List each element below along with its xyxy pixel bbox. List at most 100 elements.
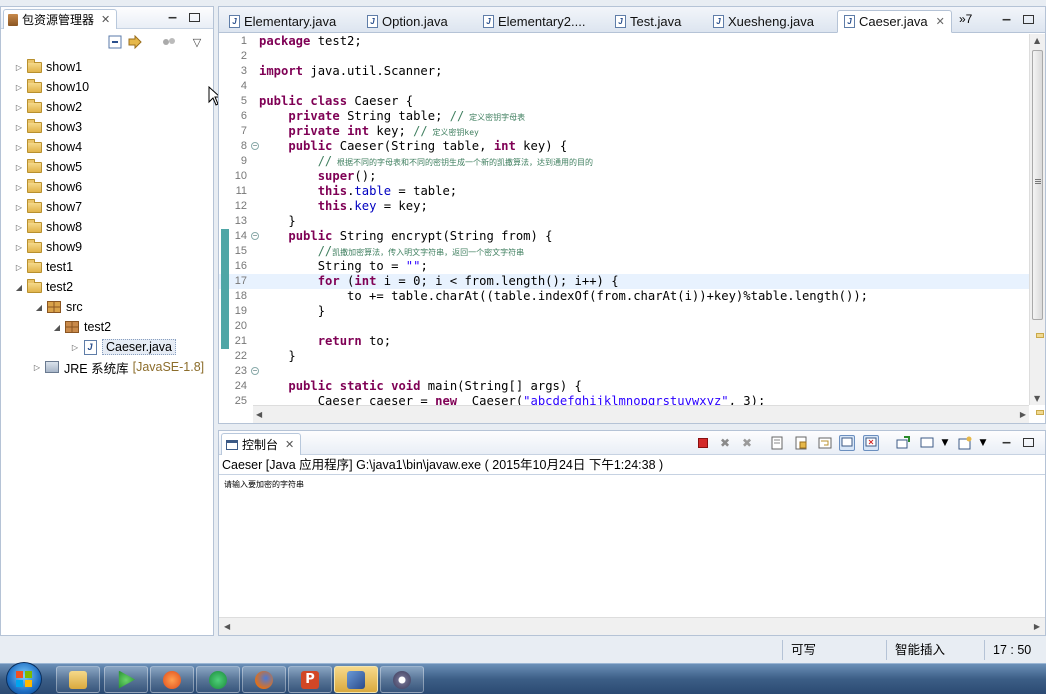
code-line[interactable]: 13 } — [219, 214, 1029, 229]
taskbar-powerpoint[interactable]: P — [288, 666, 332, 693]
scroll-lock-icon[interactable] — [793, 435, 809, 451]
taskbar-app-green[interactable] — [196, 666, 240, 693]
tab-elementary-java[interactable]: J Elementary.java — [223, 10, 342, 33]
horizontal-scrollbar[interactable]: ◀ ▶ — [219, 617, 1045, 635]
word-wrap-icon[interactable] — [817, 435, 833, 451]
vertical-scrollbar[interactable]: ▲ ▼ — [1029, 34, 1045, 405]
tree-item-package-test2[interactable]: ◢ test2 — [1, 317, 213, 337]
expand-icon[interactable]: ▷ — [13, 223, 25, 232]
tab-elementary2-java[interactable]: J Elementary2.... — [477, 10, 591, 33]
expand-icon[interactable]: ▷ — [13, 143, 25, 152]
open-console-icon[interactable] — [957, 435, 973, 451]
code-line[interactable]: 10 super(); — [219, 169, 1029, 184]
close-icon[interactable]: ✕ — [285, 438, 294, 451]
code-line[interactable]: 21 return to; — [219, 334, 1029, 349]
tree-item-show8[interactable]: ▷ show8 — [1, 217, 213, 237]
code-line[interactable]: 23− — [219, 364, 1029, 379]
code-line[interactable]: 25 Caeser caeser = new Caeser("abcdefghi… — [219, 394, 1029, 405]
horizontal-scrollbar[interactable]: ◀ ▶ — [253, 405, 1029, 423]
terminate-icon[interactable] — [695, 435, 711, 451]
tree-item-show5[interactable]: ▷ show5 — [1, 157, 213, 177]
scroll-left-icon[interactable]: ◀ — [256, 410, 262, 419]
expand-icon[interactable]: ▷ — [13, 103, 25, 112]
pin-console-icon[interactable] — [895, 435, 911, 451]
overview-marker[interactable] — [1036, 410, 1044, 415]
scroll-left-icon[interactable]: ◀ — [224, 622, 230, 631]
tree-item-show1[interactable]: ▷ show1 — [1, 57, 213, 77]
remove-all-launches-icon[interactable]: ✖ — [739, 435, 755, 451]
remove-launch-icon[interactable]: ✖ — [717, 435, 733, 451]
code-line[interactable]: 3 import java.util.Scanner; — [219, 64, 1029, 79]
minimize-icon[interactable]: ▁ — [167, 9, 178, 20]
minimize-icon[interactable]: ▁ — [1001, 11, 1012, 22]
tree-item-show2[interactable]: ▷ show2 — [1, 97, 213, 117]
tree-item-show6[interactable]: ▷ show6 — [1, 177, 213, 197]
expand-icon[interactable]: ▷ — [13, 63, 25, 72]
expand-icon[interactable]: ▷ — [13, 243, 25, 252]
code-line[interactable]: 20 — [219, 319, 1029, 334]
tree-item-test2[interactable]: ◢ test2 — [1, 277, 213, 297]
clear-console-icon[interactable] — [769, 435, 785, 451]
expand-icon[interactable]: ▷ — [13, 183, 25, 192]
scroll-down-icon[interactable]: ▼ — [1034, 394, 1040, 403]
taskbar-browser[interactable] — [150, 666, 194, 693]
maximize-icon[interactable] — [189, 13, 200, 22]
chevron-down-icon[interactable]: ▼ — [937, 435, 953, 451]
minimize-icon[interactable]: ▁ — [1001, 434, 1012, 445]
display-selected-console-icon[interactable] — [919, 435, 935, 451]
taskbar-firefox[interactable] — [242, 666, 286, 693]
code-line[interactable]: 12 this.key = key; — [219, 199, 1029, 214]
tree-item-show9[interactable]: ▷ show9 — [1, 237, 213, 257]
code-line[interactable]: 2 — [219, 49, 1029, 64]
tree-item-show3[interactable]: ▷ show3 — [1, 117, 213, 137]
maximize-icon[interactable] — [1023, 438, 1034, 447]
tree-item-test1[interactable]: ▷ test1 — [1, 257, 213, 277]
taskbar-settings[interactable] — [380, 666, 424, 693]
scroll-up-icon[interactable]: ▲ — [1034, 36, 1040, 45]
code-line[interactable]: 15 //凯撒加密算法，传入明文字符串，返回一个密文字符串 — [219, 244, 1029, 259]
show-on-output-icon[interactable] — [839, 435, 855, 451]
code-line[interactable]: 19 } — [219, 304, 1029, 319]
code-line[interactable]: 5 public class Caeser { — [219, 94, 1029, 109]
start-button[interactable] — [6, 662, 42, 694]
code-line[interactable]: 1 package test2; — [219, 34, 1029, 49]
code-line[interactable]: 16 String to = ""; — [219, 259, 1029, 274]
tab-option-java[interactable]: J Option.java — [361, 10, 454, 33]
tree-item-jre-library[interactable]: ▷ JRE 系统库 [JavaSE-1.8] — [1, 357, 213, 377]
tree-item-show7[interactable]: ▷ show7 — [1, 197, 213, 217]
package-explorer-tab[interactable]: 包资源管理器 ✕ — [3, 9, 118, 29]
collapse-icon[interactable]: ◢ — [13, 283, 25, 292]
taskbar-media-player[interactable] — [104, 666, 148, 693]
collapse-all-icon[interactable] — [107, 34, 123, 50]
taskbar-eclipse[interactable] — [334, 666, 378, 693]
maximize-icon[interactable] — [1023, 15, 1034, 24]
expand-icon[interactable]: ▷ — [13, 83, 25, 92]
scroll-right-icon[interactable]: ▶ — [1020, 410, 1026, 419]
console-output[interactable]: 请输入要加密的字符串 — [219, 475, 1045, 494]
link-with-editor-icon[interactable] — [127, 34, 143, 50]
tab-test-java[interactable]: J Test.java — [609, 10, 687, 33]
taskbar-explorer[interactable] — [56, 666, 100, 693]
code-line[interactable]: 22 } — [219, 349, 1029, 364]
console-tab[interactable]: 控制台 ✕ — [221, 433, 302, 455]
tree-item-src[interactable]: ◢ src — [1, 297, 213, 317]
code-line[interactable]: 14− public String encrypt(String from) { — [219, 229, 1029, 244]
code-line[interactable]: 8− public Caeser(String table, int key) … — [219, 139, 1029, 154]
close-icon[interactable]: ✕ — [936, 15, 945, 28]
expand-icon[interactable]: ▷ — [31, 363, 43, 372]
expand-icon[interactable]: ▷ — [13, 163, 25, 172]
tree-item-show10[interactable]: ▷ show10 — [1, 77, 213, 97]
chevron-down-icon[interactable]: ▼ — [975, 435, 991, 451]
expand-icon[interactable]: ▷ — [69, 343, 81, 352]
show-on-error-icon[interactable] — [863, 435, 879, 451]
tree-item-show4[interactable]: ▷ show4 — [1, 137, 213, 157]
fold-toggle-icon[interactable]: − — [251, 367, 259, 375]
collapse-icon[interactable]: ◢ — [33, 303, 45, 312]
expand-icon[interactable]: ▷ — [13, 203, 25, 212]
expand-icon[interactable]: ▷ — [13, 123, 25, 132]
code-line[interactable]: 4 — [219, 79, 1029, 94]
code-line[interactable]: 17 for (int i = 0; i < from.length(); i+… — [219, 274, 1029, 289]
code-line[interactable]: 24 public static void main(String[] args… — [219, 379, 1029, 394]
fold-toggle-icon[interactable]: − — [251, 142, 259, 150]
scroll-thumb[interactable] — [1032, 50, 1043, 320]
